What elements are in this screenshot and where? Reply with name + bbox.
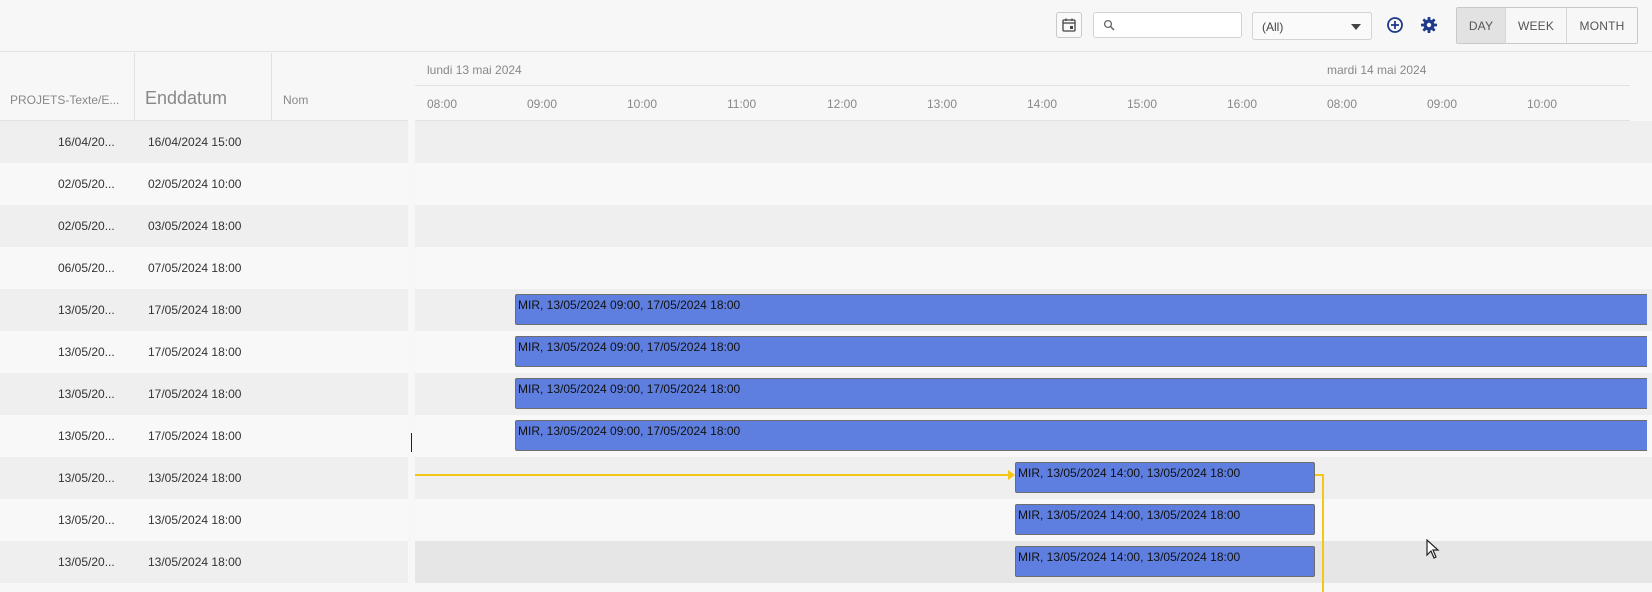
timeline-hour-label: 09:00	[1427, 97, 1458, 111]
table-row[interactable]: 13/05/20... 17/05/2024 18:00 MIR, 13/05/…	[0, 289, 1652, 331]
row-timeline-area	[415, 121, 1652, 163]
cell-end: 16/04/2024 15:00	[148, 135, 242, 149]
timeline-hour-label: 13:00	[927, 97, 958, 111]
task-bar[interactable]: MIR, 13/05/2024 14:00, 13/05/2024 18:00	[1015, 504, 1315, 535]
cell-start: 13/05/20...	[58, 387, 115, 401]
cell-start: 13/05/20...	[58, 555, 115, 569]
cell-start: 13/05/20...	[58, 471, 115, 485]
cell-end: 17/05/2024 18:00	[148, 429, 242, 443]
text-caret	[411, 433, 412, 452]
cell-end: 02/05/2024 10:00	[148, 177, 242, 191]
task-bar[interactable]: MIR, 13/05/2024 09:00, 17/05/2024 18:00	[515, 336, 1647, 367]
column-header-nom[interactable]: Nom	[272, 53, 408, 121]
column-header-label: Nom	[283, 93, 309, 107]
gear-icon[interactable]	[1420, 16, 1438, 34]
row-timeline-area	[415, 163, 1652, 205]
timeline-hour-label: 10:00	[627, 97, 658, 111]
search-icon	[1103, 19, 1115, 31]
task-bar[interactable]: MIR, 13/05/2024 09:00, 17/05/2024 18:00	[515, 378, 1647, 409]
cell-end: 07/05/2024 18:00	[148, 261, 242, 275]
timeline-hour-label: 08:00	[427, 97, 458, 111]
chevron-down-icon	[1351, 24, 1361, 30]
cell-end: 13/05/2024 18:00	[148, 555, 242, 569]
cell-end: 17/05/2024 18:00	[148, 387, 242, 401]
toolbar: (All) DAY WEEK MONTH	[0, 0, 1652, 52]
view-week-button[interactable]: WEEK	[1506, 8, 1567, 43]
table-row[interactable]: 13/05/20... 13/05/2024 18:00 MIR, 13/05/…	[0, 457, 1652, 499]
table-row[interactable]: 13/05/20... 13/05/2024 18:00 MIR, 13/05/…	[0, 541, 1652, 583]
cell-end: 13/05/2024 18:00	[148, 513, 242, 527]
cell-start: 16/04/20...	[58, 135, 115, 149]
search-box[interactable]	[1093, 12, 1242, 38]
cell-start: 02/05/20...	[58, 177, 115, 191]
timeline-hour-label: 12:00	[827, 97, 858, 111]
column-header-projets[interactable]: PROJETS-Texte/E...	[0, 53, 135, 121]
cell-end: 17/05/2024 18:00	[148, 345, 242, 359]
task-bar[interactable]: MIR, 13/05/2024 14:00, 13/05/2024 18:00	[1015, 546, 1315, 577]
view-month-button[interactable]: MONTH	[1567, 8, 1637, 43]
column-header-label: Enddatum	[145, 88, 228, 108]
task-bar[interactable]: MIR, 13/05/2024 14:00, 13/05/2024 18:00	[1015, 462, 1315, 493]
table-row[interactable]: 13/05/20... 17/05/2024 18:00 MIR, 13/05/…	[0, 373, 1652, 415]
timeline-hour-label: 15:00	[1127, 97, 1158, 111]
view-day-button[interactable]: DAY	[1457, 8, 1506, 43]
task-bar[interactable]: MIR, 13/05/2024 09:00, 17/05/2024 18:00	[515, 294, 1647, 325]
timeline-hour-label: 11:00	[727, 97, 757, 111]
cell-start: 13/05/20...	[58, 303, 115, 317]
cell-end: 17/05/2024 18:00	[148, 303, 242, 317]
table-row[interactable]: 16/04/20... 16/04/2024 15:00	[0, 121, 1652, 163]
table-row[interactable]: 02/05/20... 03/05/2024 18:00	[0, 205, 1652, 247]
dependency-arrow-icon	[1008, 470, 1015, 480]
cell-start: 13/05/20...	[58, 513, 115, 527]
dependency-line[interactable]	[1322, 474, 1324, 592]
timeline-hour-label: 08:00	[1327, 97, 1358, 111]
timeline-hour-label: 16:00	[1227, 97, 1258, 111]
timeline-header: lundi 13 mai 2024 mardi 14 mai 2024 08:0…	[415, 53, 1630, 121]
grid-header: PROJETS-Texte/E... Enddatum Nom	[0, 53, 408, 121]
column-header-label: PROJETS-Texte/E...	[10, 93, 120, 107]
row-timeline-area	[415, 247, 1652, 289]
add-circle-icon[interactable]	[1386, 16, 1404, 34]
cell-end: 03/05/2024 18:00	[148, 219, 242, 233]
column-header-enddatum[interactable]: Enddatum	[135, 53, 272, 121]
table-row[interactable]: 06/05/20... 07/05/2024 18:00	[0, 247, 1652, 289]
table-row[interactable]: 13/05/20... 17/05/2024 18:00 MIR, 13/05/…	[0, 331, 1652, 373]
filter-dropdown[interactable]: (All)	[1252, 12, 1372, 40]
timeline-hour-label: 14:00	[1027, 97, 1058, 111]
table-row[interactable]: 02/05/20... 02/05/2024 10:00	[0, 163, 1652, 205]
cell-start: 06/05/20...	[58, 261, 115, 275]
cell-start: 13/05/20...	[58, 429, 115, 443]
table-row[interactable]: 13/05/20... 13/05/2024 18:00 MIR, 13/05/…	[0, 499, 1652, 541]
view-switcher: DAY WEEK MONTH	[1456, 7, 1638, 44]
table-row[interactable]: 13/05/20... 17/05/2024 18:00 MIR, 13/05/…	[0, 415, 1652, 457]
row-timeline-area	[415, 205, 1652, 247]
timeline-hour-label: 10:00	[1527, 97, 1558, 111]
timeline-day-label: lundi 13 mai 2024	[427, 63, 522, 77]
mouse-pointer-icon	[1426, 539, 1440, 559]
cell-start: 13/05/20...	[58, 345, 115, 359]
timeline-hour-label: 09:00	[527, 97, 558, 111]
filter-selected-value: (All)	[1262, 20, 1284, 34]
date-picker-button[interactable]	[1056, 12, 1082, 38]
timeline-day-label: mardi 14 mai 2024	[1327, 63, 1427, 77]
task-bar[interactable]: MIR, 13/05/2024 09:00, 17/05/2024 18:00	[515, 420, 1647, 451]
calendar-icon	[1062, 18, 1076, 32]
timeline-day-row: lundi 13 mai 2024 mardi 14 mai 2024	[415, 53, 1630, 86]
cell-start: 02/05/20...	[58, 219, 115, 233]
dependency-line[interactable]	[415, 474, 1013, 476]
cell-end: 13/05/2024 18:00	[148, 471, 242, 485]
search-input[interactable]	[1120, 16, 1238, 34]
